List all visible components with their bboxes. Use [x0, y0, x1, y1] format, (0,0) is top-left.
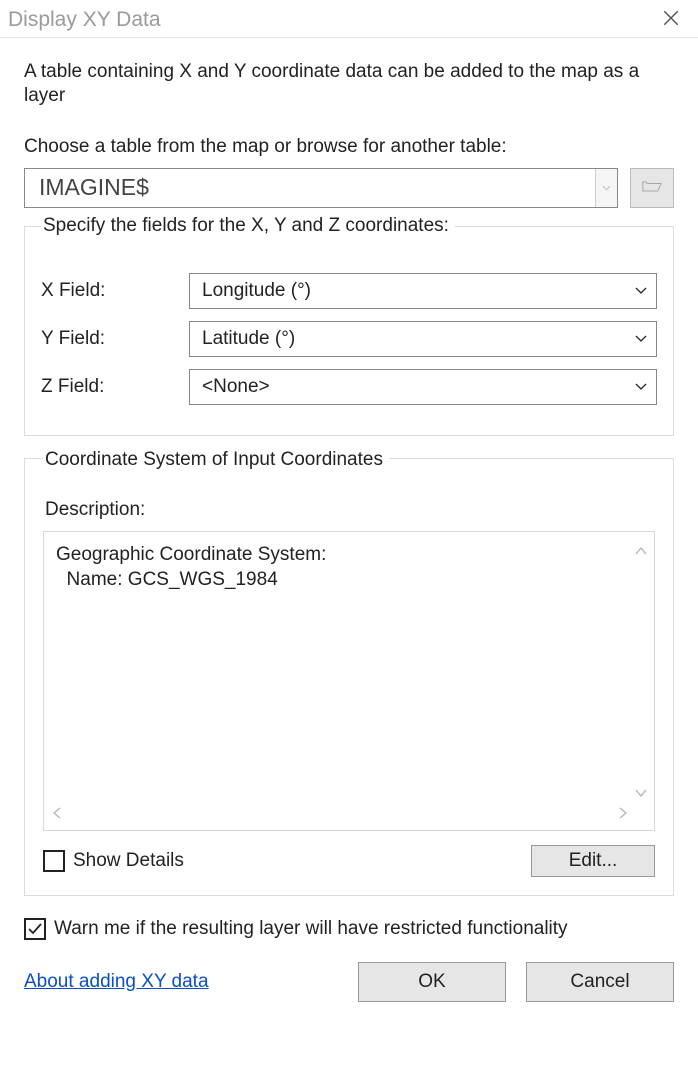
coord-system-legend: Coordinate System of Input Coordinates: [43, 449, 389, 471]
chevron-down-icon: [626, 334, 656, 343]
folder-open-icon: [642, 177, 662, 199]
z-field-value: <None>: [190, 376, 626, 398]
show-details-label: Show Details: [73, 850, 184, 872]
z-field-row: Z Field: <None>: [41, 369, 657, 405]
window-title: Display XY Data: [8, 8, 161, 32]
edit-button[interactable]: Edit...: [531, 845, 655, 877]
chevron-down-icon: [626, 382, 656, 391]
y-field-label: Y Field:: [41, 328, 189, 350]
close-button[interactable]: [654, 9, 688, 31]
y-field-row: Y Field: Latitude (°): [41, 321, 657, 357]
z-field-select[interactable]: <None>: [189, 369, 657, 405]
table-select-value: IMAGINE$: [25, 169, 595, 207]
checkbox-checked-icon: [24, 918, 46, 940]
checkbox-icon: [43, 850, 65, 872]
choose-table-label: Choose a table from the map or browse fo…: [24, 136, 674, 158]
dialog-body: A table containing X and Y coordinate da…: [0, 38, 698, 1016]
ok-button[interactable]: OK: [358, 962, 506, 1002]
warn-label: Warn me if the resulting layer will have…: [54, 918, 568, 940]
warn-checkbox[interactable]: Warn me if the resulting layer will have…: [24, 918, 674, 940]
x-field-label: X Field:: [41, 280, 189, 302]
scroll-left-icon[interactable]: [52, 804, 62, 826]
edit-button-label: Edit...: [569, 850, 618, 871]
show-details-checkbox[interactable]: Show Details: [43, 850, 184, 872]
description-text: Geographic Coordinate System: Name: GCS_…: [56, 542, 642, 593]
x-field-value: Longitude (°): [190, 280, 626, 302]
table-chooser-row: IMAGINE$: [24, 168, 674, 208]
details-row: Show Details Edit...: [43, 845, 655, 877]
fields-group: Specify the fields for the X, Y and Z co…: [24, 226, 674, 436]
y-field-select[interactable]: Latitude (°): [189, 321, 657, 357]
coord-system-group: Coordinate System of Input Coordinates D…: [24, 458, 674, 896]
about-link[interactable]: About adding XY data: [24, 971, 338, 993]
browse-button[interactable]: [630, 168, 674, 208]
y-field-value: Latitude (°): [190, 328, 626, 350]
fields-group-legend: Specify the fields for the X, Y and Z co…: [41, 215, 455, 237]
description-box: Geographic Coordinate System: Name: GCS_…: [43, 531, 655, 831]
x-field-select[interactable]: Longitude (°): [189, 273, 657, 309]
ok-button-label: OK: [418, 971, 445, 993]
scroll-right-icon[interactable]: [618, 804, 628, 826]
z-field-label: Z Field:: [41, 376, 189, 398]
scroll-up-icon[interactable]: [634, 540, 648, 562]
bottom-row: About adding XY data OK Cancel: [24, 962, 674, 1002]
scroll-down-icon[interactable]: [634, 782, 648, 804]
cancel-button[interactable]: Cancel: [526, 962, 674, 1002]
description-label: Description:: [45, 499, 655, 521]
titlebar: Display XY Data: [0, 0, 698, 38]
chevron-down-icon: [626, 286, 656, 295]
chevron-down-icon: [595, 169, 617, 207]
table-select[interactable]: IMAGINE$: [24, 168, 618, 208]
x-field-row: X Field: Longitude (°): [41, 273, 657, 309]
intro-text: A table containing X and Y coordinate da…: [24, 60, 674, 108]
cancel-button-label: Cancel: [570, 971, 629, 993]
